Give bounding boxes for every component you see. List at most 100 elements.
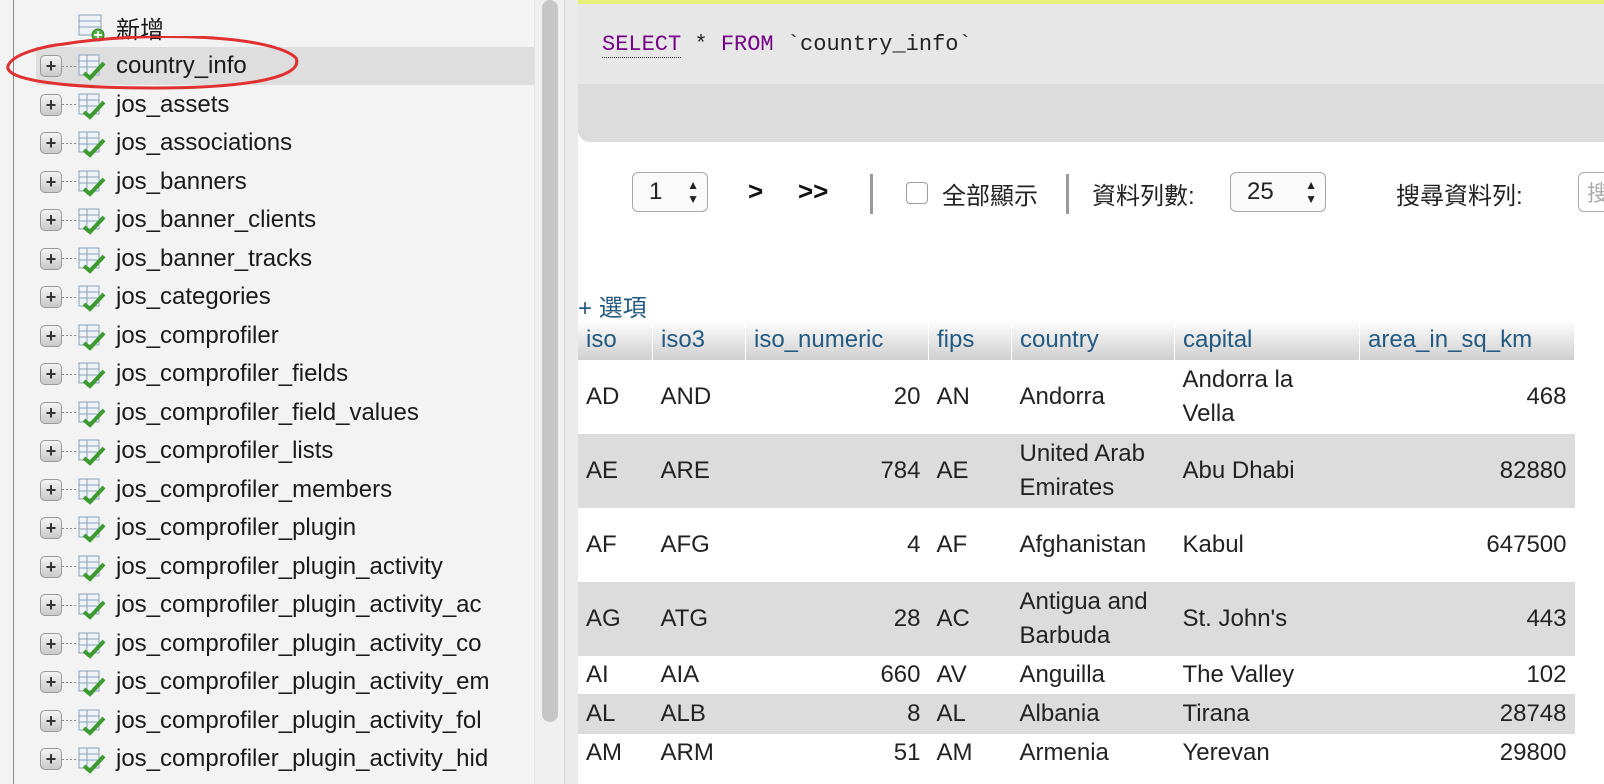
table-cell[interactable]: AN	[928, 360, 1012, 434]
table-cell[interactable]: Andorra	[1011, 360, 1175, 434]
table-icon[interactable]	[76, 552, 106, 582]
table-cell[interactable]: AG	[578, 582, 653, 656]
table-icon[interactable]	[76, 244, 106, 274]
table-cell[interactable]: 4	[745, 508, 929, 582]
table-icon[interactable]	[76, 667, 106, 697]
table-cell[interactable]: Antigua and Barbuda	[1011, 582, 1175, 656]
table-cell[interactable]: AM	[578, 734, 653, 772]
tree-item-table[interactable]: + jos_comprofiler_fields	[36, 355, 534, 393]
expand-icon[interactable]: +	[40, 517, 62, 539]
options-link[interactable]: + 選項	[578, 288, 647, 323]
column-header-iso3[interactable]: iso3	[652, 320, 746, 360]
table-cell[interactable]: AL	[928, 694, 1012, 734]
table-cell[interactable]: AE	[928, 434, 1012, 508]
tree-item-table[interactable]: + jos_assets	[36, 86, 534, 124]
table-icon[interactable]	[76, 128, 106, 158]
table-cell[interactable]: AL	[578, 694, 653, 734]
expand-icon[interactable]: +	[40, 170, 62, 193]
table-icon[interactable]	[76, 590, 106, 620]
expand-icon[interactable]: +	[40, 93, 62, 116]
table-icon[interactable]	[76, 629, 106, 659]
search-rows-input[interactable]: 搜	[1578, 172, 1604, 212]
sql-keyword-select[interactable]: SELECT	[602, 32, 682, 58]
table-row[interactable]: AF AFG 4 AF Afghanistan Kabul 647500	[578, 508, 1575, 582]
table-cell[interactable]: 784	[745, 434, 929, 508]
table-cell[interactable]: AC	[928, 582, 1012, 656]
tree-item-table[interactable]: + jos_associations	[36, 124, 534, 162]
expand-icon[interactable]: +	[40, 286, 62, 308]
tree-item-table[interactable]: + jos_banner_clients	[36, 201, 534, 239]
table-cell[interactable]: 102	[1359, 656, 1575, 694]
column-header-iso-numeric[interactable]: iso_numeric	[745, 320, 929, 360]
table-cell[interactable]: AF	[578, 508, 653, 582]
table-cell[interactable]: Armenia	[1011, 734, 1175, 772]
table-cell[interactable]: ARE	[652, 434, 746, 508]
table-icon[interactable]	[76, 398, 106, 428]
table-cell[interactable]: The Valley	[1174, 656, 1360, 694]
table-cell[interactable]: 20	[745, 360, 929, 434]
table-cell[interactable]: Andorra la Vella	[1174, 360, 1360, 434]
show-all-checkbox[interactable]	[906, 182, 928, 204]
table-cell[interactable]: Afghanistan	[1011, 508, 1175, 582]
tree-item-new[interactable]: 新增	[36, 8, 534, 46]
table-cell[interactable]: AIA	[652, 656, 746, 694]
table-cell[interactable]: 468	[1359, 360, 1575, 434]
table-cell[interactable]: AF	[928, 508, 1012, 582]
table-cell[interactable]: AD	[578, 360, 653, 434]
table-cell[interactable]: Albania	[1011, 694, 1175, 734]
table-icon[interactable]	[76, 167, 106, 197]
table-row[interactable]: AL ALB 8 AL Albania Tirana 28748	[578, 694, 1575, 734]
table-cell[interactable]: Tirana	[1174, 694, 1360, 734]
tree-item-table[interactable]: + jos_comprofiler_plugin_activity_em	[36, 663, 534, 701]
table-cell[interactable]: 28748	[1359, 694, 1575, 734]
expand-icon[interactable]: +	[40, 132, 62, 154]
table-cell[interactable]: ATG	[652, 582, 746, 656]
table-cell[interactable]: 647500	[1359, 508, 1575, 582]
expand-icon[interactable]: +	[40, 247, 62, 270]
expand-icon[interactable]: +	[40, 594, 62, 616]
table-icon[interactable]	[76, 475, 106, 505]
table-cell[interactable]: Anguilla	[1011, 656, 1175, 694]
table-row[interactable]: AI AIA 660 AV Anguilla The Valley 102	[578, 656, 1575, 694]
table-cell[interactable]: United Arab Emirates	[1011, 434, 1175, 508]
column-header-iso[interactable]: iso	[578, 320, 653, 360]
table-icon[interactable]	[76, 359, 106, 389]
table-cell[interactable]: ARM	[652, 734, 746, 772]
table-cell[interactable]: 8	[745, 694, 929, 734]
table-cell[interactable]: AFG	[652, 508, 746, 582]
tree-item-table[interactable]: + jos_comprofiler_plugin_activity_co	[36, 625, 534, 663]
tree-item-table[interactable]: + jos_comprofiler_plugin_activity_hid	[36, 740, 534, 778]
tree-item-table[interactable]: + jos_comprofiler_plugin_activity_ac	[36, 586, 534, 624]
expand-icon[interactable]: +	[40, 209, 62, 231]
table-icon[interactable]	[76, 51, 106, 81]
tree-item-table[interactable]: + jos_categories	[36, 278, 534, 316]
expand-icon[interactable]: +	[40, 440, 62, 462]
tree-item-table[interactable]: + country_info	[36, 47, 534, 85]
table-cell[interactable]: 29800	[1359, 734, 1575, 772]
table-cell[interactable]: AND	[652, 360, 746, 434]
table-cell[interactable]: Yerevan	[1174, 734, 1360, 772]
expand-icon[interactable]: +	[40, 55, 62, 77]
table-icon[interactable]	[76, 90, 106, 120]
tree-item-table[interactable]: + jos_comprofiler_plugin_activity	[36, 548, 534, 586]
tree-item-table[interactable]: + jos_comprofiler_lists	[36, 432, 534, 470]
table-icon[interactable]	[76, 321, 106, 351]
table-icon[interactable]	[76, 205, 106, 235]
table-row[interactable]: AM ARM 51 AM Armenia Yerevan 29800	[578, 734, 1575, 772]
column-header-area-in-sq-km[interactable]: area_in_sq_km	[1359, 320, 1575, 360]
table-cell[interactable]: AM	[928, 734, 1012, 772]
table-row[interactable]: AG ATG 28 AC Antigua and Barbuda St. John's 44…	[578, 582, 1575, 656]
expand-icon[interactable]: +	[40, 748, 62, 770]
tree-item-table[interactable]: + jos_comprofiler_plugin_activity_fol	[36, 702, 534, 740]
table-cell[interactable]: 82880	[1359, 434, 1575, 508]
tree-item-table[interactable]: + jos_comprofiler_plugin	[36, 509, 534, 547]
tree-item-table[interactable]: + jos_comprofiler_field_values	[36, 394, 534, 432]
expand-icon[interactable]: +	[40, 709, 62, 732]
tree-item-table[interactable]: + jos_banners	[36, 163, 534, 201]
table-row[interactable]: AE ARE 784 AE United Arab Emirates Abu Dhabi 8…	[578, 434, 1575, 508]
scrollbar-thumb[interactable]	[542, 0, 558, 722]
table-row[interactable]: AD AND 20 AN Andorra Andorra la Vella 468	[578, 360, 1575, 434]
table-cell[interactable]: AE	[578, 434, 653, 508]
table-cell[interactable]: 660	[745, 656, 929, 694]
table-icon[interactable]	[76, 744, 106, 774]
